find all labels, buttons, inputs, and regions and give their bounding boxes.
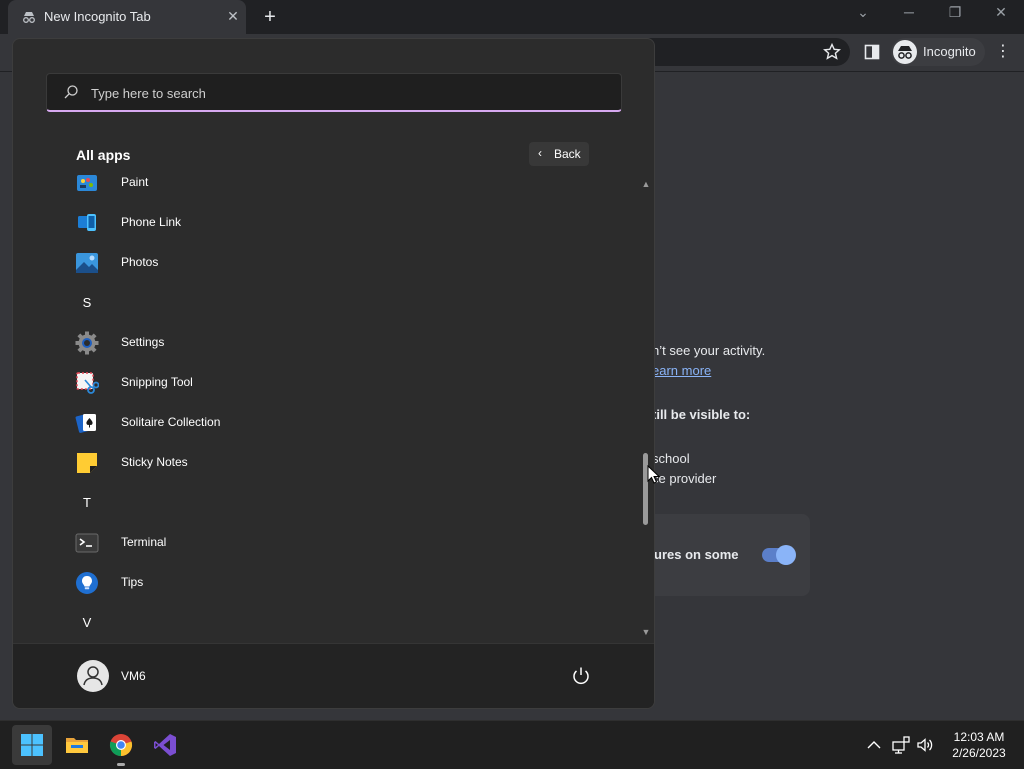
app-label: Phone Link (121, 215, 182, 229)
incognito-label: Incognito (923, 44, 976, 59)
back-button[interactable]: ‹ Back (529, 142, 589, 166)
terminal-icon (75, 533, 99, 553)
incognito-avatar-icon (893, 40, 917, 64)
start-button[interactable] (12, 725, 52, 765)
visible-to-item: ce provider (652, 471, 717, 486)
incognito-icon (23, 12, 35, 23)
mouse-cursor-icon (647, 465, 661, 484)
app-label: Photos (121, 255, 159, 269)
app-label: Terminal (121, 535, 167, 549)
tab-search-icon[interactable]: ⌄ (848, 4, 878, 24)
restore-icon[interactable]: ❐ (940, 4, 970, 24)
paint-icon (77, 175, 97, 191)
visible-to-item: school (652, 451, 690, 466)
letter-header-t[interactable]: T (75, 485, 99, 521)
power-icon[interactable] (569, 664, 593, 688)
start-menu: All apps ‹ Back Paint Phone Link (12, 38, 655, 709)
app-label: Sticky Notes (121, 455, 188, 469)
app-label: Paint (121, 175, 149, 189)
start-footer: VM6 (13, 643, 654, 708)
close-tab-icon[interactable]: ✕ (225, 8, 241, 24)
app-solitaire-collection[interactable]: Solitaire Collection (75, 405, 595, 441)
app-label: Tips (121, 575, 144, 589)
minimize-icon[interactable]: ─ (894, 4, 924, 24)
app-phone-link[interactable]: Phone Link (75, 205, 595, 241)
phone-link-icon (78, 214, 96, 231)
app-sticky-notes[interactable]: Sticky Notes (75, 445, 595, 481)
more-menu-icon[interactable]: ⋮ (995, 42, 1011, 62)
incognito-info-line: n’t see your activity. (652, 343, 766, 358)
incognito-profile-button[interactable]: Incognito (891, 38, 985, 66)
all-apps-heading: All apps (76, 147, 131, 163)
scroll-up-arrow-icon[interactable]: ▲ (641, 179, 651, 189)
system-clock[interactable]: 12:03 AM 2/26/2023 (945, 729, 1013, 761)
user-icon (83, 666, 103, 686)
scrollbar-thumb[interactable] (643, 453, 648, 525)
taskbar: 12:03 AM 2/26/2023 (0, 720, 1024, 769)
app-terminal[interactable]: Terminal (75, 525, 595, 561)
tab-strip: New Incognito Tab ✕ + ⌄ ─ ❐ ✕ (0, 0, 1024, 34)
volume-icon[interactable] (916, 735, 936, 755)
visual-studio-icon (154, 734, 176, 756)
start-search-box[interactable] (46, 73, 622, 112)
side-panel-icon[interactable] (862, 42, 882, 62)
chrome-icon (109, 734, 133, 757)
new-tab-button[interactable]: + (259, 6, 281, 28)
tips-icon (76, 572, 98, 594)
scroll-down-arrow-icon[interactable]: ▼ (641, 627, 651, 637)
all-apps-list: Paint Phone Link Photos S Settings Snipp… (13, 175, 641, 643)
sticky-notes-icon (77, 453, 97, 473)
incognito-tab[interactable]: New Incognito Tab ✕ (8, 0, 246, 34)
network-icon[interactable] (891, 735, 911, 755)
snipping-tool-icon (76, 372, 99, 394)
app-snipping-tool[interactable]: Snipping Tool (75, 365, 595, 401)
bookmark-star-icon[interactable] (822, 42, 842, 62)
chevron-left-icon: ‹ (538, 146, 542, 160)
block-cookies-toggle[interactable] (762, 545, 796, 565)
photos-icon (76, 253, 98, 273)
app-photos[interactable]: Photos (75, 245, 595, 281)
running-indicator (117, 763, 125, 766)
app-settings[interactable]: Settings (75, 325, 595, 361)
search-input[interactable] (89, 82, 593, 104)
user-avatar[interactable] (77, 660, 109, 692)
clock-time: 12:03 AM (953, 730, 1005, 744)
app-label: Solitaire Collection (121, 415, 221, 429)
app-paint[interactable]: Paint (75, 175, 595, 201)
cookie-card-text: ures on some (654, 547, 739, 562)
settings-gear-icon (75, 331, 99, 355)
app-label: Settings (121, 335, 165, 349)
solitaire-icon (75, 413, 96, 433)
file-explorer-icon (66, 738, 88, 753)
learn-more-link[interactable]: earn more (652, 363, 711, 378)
close-window-icon[interactable]: ✕ (986, 4, 1016, 24)
chevron-up-icon[interactable] (864, 735, 884, 755)
start-icon (21, 734, 43, 756)
visual-studio-button[interactable] (145, 725, 185, 765)
app-label: Snipping Tool (121, 375, 193, 389)
tab-title: New Incognito Tab (44, 9, 151, 24)
user-name[interactable]: VM6 (121, 669, 146, 683)
chrome-button[interactable] (101, 725, 141, 766)
app-tips[interactable]: Tips (75, 565, 595, 601)
letter-header-s[interactable]: S (75, 285, 99, 321)
visible-to-heading: till be visible to: (652, 407, 751, 422)
back-label: Back (554, 147, 581, 161)
file-explorer-button[interactable] (57, 725, 97, 765)
clock-date: 2/26/2023 (952, 746, 1006, 760)
toggle-knob (776, 545, 796, 565)
letter-header-v[interactable]: V (75, 605, 99, 641)
search-icon (64, 85, 78, 99)
